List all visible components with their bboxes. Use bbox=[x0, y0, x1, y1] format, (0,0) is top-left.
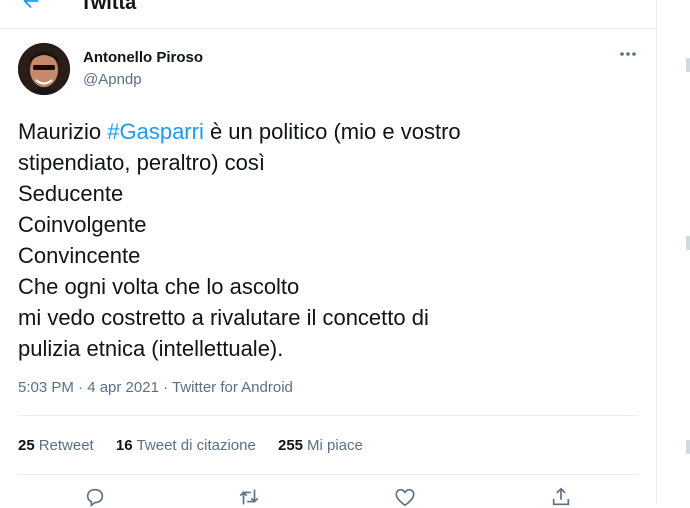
timeline-column-border bbox=[656, 0, 657, 504]
tweet-line: Convincente bbox=[18, 243, 141, 268]
retweets-count: 25 bbox=[18, 437, 35, 454]
tweet-line: stipendiato, peraltro) così bbox=[18, 150, 266, 175]
tweet-timestamp[interactable]: 5:03 PM · 4 apr 2021 · bbox=[18, 379, 172, 396]
retweets-stat[interactable]: 25 Retweet bbox=[18, 436, 94, 456]
quotes-count: 16 bbox=[115, 437, 133, 454]
divider bbox=[18, 474, 638, 475]
page-title: Twitta bbox=[80, 0, 137, 14]
page-header: Twitta bbox=[0, 0, 656, 29]
tweet-line: Seducente bbox=[18, 181, 124, 206]
divider bbox=[18, 415, 638, 416]
hashtag-link[interactable]: #Gasparri bbox=[107, 119, 204, 144]
author-handle[interactable]: @Apndp bbox=[83, 70, 142, 90]
scroll-tick bbox=[686, 440, 690, 454]
scroll-tick bbox=[686, 236, 690, 250]
tweet-stats: 25 Retweet 16 Tweet di citazione 255 Mi pia… bbox=[18, 436, 381, 456]
tweet-line: Che ogni volta che lo ascolto bbox=[18, 274, 300, 299]
more-icon[interactable] bbox=[617, 47, 639, 61]
likes-label: Mi piace bbox=[307, 437, 363, 454]
tweet-line: Maurizio #Gasparri è un politico (mio e … bbox=[18, 116, 638, 147]
share-icon[interactable] bbox=[550, 486, 572, 508]
tweet-line: pulizia etnica (intellettuale). bbox=[18, 336, 284, 361]
tweet-metadata: 5:03 PM · 4 apr 2021 · Twitter for Andro… bbox=[18, 378, 293, 398]
retweets-label: Retweet bbox=[38, 437, 94, 454]
avatar[interactable] bbox=[18, 43, 70, 95]
tweet-text-segment: Maurizio bbox=[18, 119, 108, 144]
tweet-line: mi vedo costretto a rivalutare il concet… bbox=[18, 305, 429, 330]
retweet-icon[interactable] bbox=[238, 486, 260, 508]
avatar-image bbox=[18, 43, 70, 95]
scroll-tick bbox=[686, 58, 690, 72]
right-scroll-strip bbox=[686, 0, 690, 504]
reply-icon[interactable] bbox=[84, 486, 106, 508]
tweet-text: Maurizio #Gasparri è un politico (mio e … bbox=[18, 116, 638, 364]
tweet-text-segment: è un politico (mio e vostro bbox=[203, 119, 461, 144]
likes-count: 255 bbox=[277, 437, 304, 454]
quotes-label: Tweet di citazione bbox=[136, 437, 256, 454]
likes-stat[interactable]: 255 Mi piace bbox=[278, 436, 363, 456]
back-arrow-icon[interactable] bbox=[20, 0, 42, 12]
tweet-line: Coinvolgente bbox=[18, 212, 147, 237]
tweet-source[interactable]: Twitter for Android bbox=[172, 379, 293, 396]
like-icon[interactable] bbox=[394, 486, 416, 508]
author-name[interactable]: Antonello Piroso bbox=[83, 48, 203, 68]
quotes-stat[interactable]: 16 Tweet di citazione bbox=[116, 436, 256, 456]
